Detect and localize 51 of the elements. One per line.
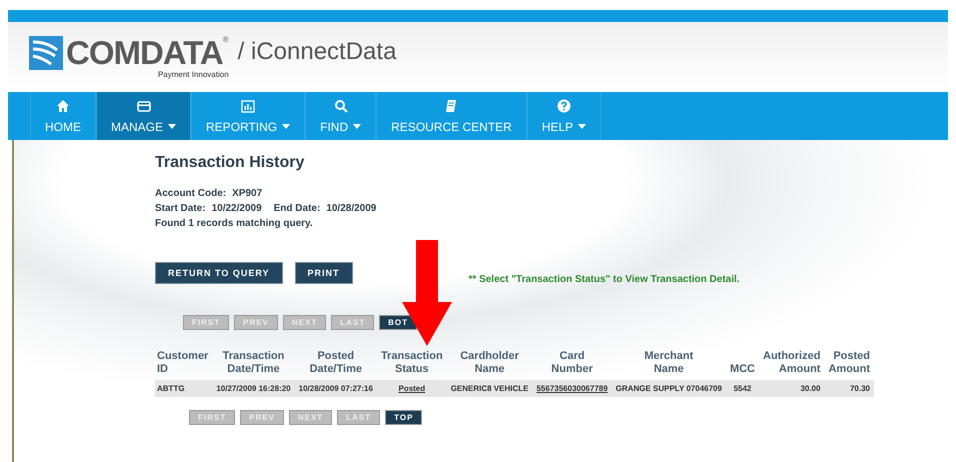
return-button[interactable]: RETURN TO QUERY: [155, 262, 283, 284]
column-header: MCC: [726, 350, 760, 380]
column-header: Transaction Status: [376, 350, 447, 380]
column-header: Transaction Date/Time: [212, 350, 295, 380]
column-header: Cardholder Name: [446, 350, 532, 380]
logo-icon: [29, 36, 63, 70]
nav-label: MANAGE: [111, 120, 164, 134]
table-cell: 30.00: [759, 380, 824, 397]
column-header: Posted Amount: [824, 350, 874, 380]
nav-tab[interactable]: MANAGE: [96, 92, 192, 140]
hint-text: ** Select "Transaction Status" to View Transaction Detail.: [468, 274, 740, 285]
table-cell: 10/28/2009 07:27:16: [294, 380, 377, 397]
field-value: 10/22/2009: [212, 203, 262, 214]
table-cell: ABTTG: [155, 380, 212, 397]
table-cell: GENERIC8 VEHICLE: [446, 380, 532, 397]
cell-link[interactable]: 5567356030067789: [532, 380, 612, 397]
bar-chart-icon: [241, 98, 256, 112]
column-header: Authorized Amount: [759, 350, 824, 380]
trademark: ®: [222, 35, 229, 44]
table-cell: 5542: [726, 380, 760, 397]
nav-label: HOME: [45, 120, 81, 134]
product-name: / iConnectData: [238, 38, 396, 66]
nav-label: RESOURCE CENTER: [391, 120, 512, 134]
print-button[interactable]: PRINT: [294, 262, 353, 284]
column-header: Merchant Name: [612, 350, 726, 380]
column-header: Customer ID: [155, 350, 212, 380]
field-value: XP907: [232, 188, 262, 199]
home-icon: [56, 98, 70, 112]
nav-label: HELP: [542, 120, 574, 134]
help-icon: [557, 98, 571, 112]
book-icon: [444, 98, 458, 112]
column-header: Posted Date/Time: [294, 350, 377, 380]
page-title: Transaction History: [155, 154, 306, 172]
pager-button[interactable]: BOT: [379, 315, 418, 330]
result-count: Found 1 records matching query.: [155, 218, 313, 229]
brand-tagline: Payment Innovation: [158, 70, 229, 79]
card-icon: [136, 98, 150, 112]
field-label: Start Date:: [155, 203, 206, 214]
table-cell: GRANGE SUPPLY 07046709: [612, 380, 726, 397]
cell-link[interactable]: Posted: [376, 380, 447, 397]
brand-name: COMDATA: [66, 35, 223, 71]
pager-button[interactable]: TOP: [385, 410, 422, 425]
nav-label: FIND: [320, 120, 348, 134]
column-header: Card Number: [532, 350, 612, 380]
search-icon: [334, 98, 348, 112]
table-cell: 70.30: [824, 380, 874, 397]
field-value: 10/28/2009: [326, 203, 376, 214]
table-cell: 10/27/2009 16:28:20: [212, 380, 295, 397]
nav-label: REPORTING: [206, 120, 278, 134]
field-label: End Date:: [274, 203, 320, 214]
field-label: Account Code:: [155, 188, 226, 199]
